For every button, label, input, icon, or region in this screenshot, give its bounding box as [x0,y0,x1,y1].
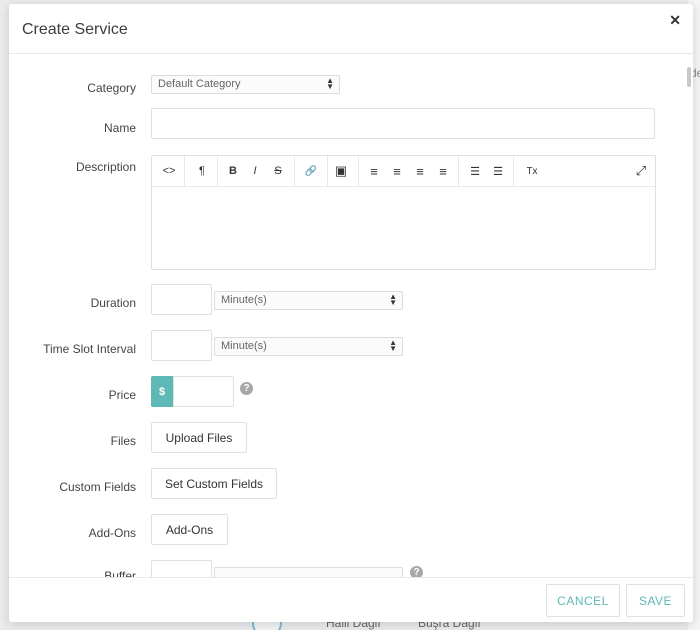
strikethrough-icon[interactable]: S [267,156,289,186]
add-ons-label: Add-Ons [88,526,136,540]
name-label: Name [103,121,136,135]
toolbar-divider [327,156,328,186]
category-label: Category [87,81,136,95]
toolbar-divider [294,156,295,186]
bulleted-list-icon[interactable]: ☰ [464,156,486,186]
select-arrows-icon: ▲ ▼ [326,76,334,91]
files-label: Files [110,434,136,448]
category-select-value: Default Category [158,78,241,90]
price-label: Price [108,388,136,402]
time-slot-unit-value: Minute(s) [221,340,267,352]
upload-files-button[interactable]: Upload Files [151,422,247,453]
paragraph-format-icon[interactable]: ¶ [191,156,213,186]
modal-header: Create Service ✕ [9,4,693,54]
description-label: Description [75,160,136,174]
duration-unit-select[interactable]: Minute(s) ▲ ▼ [214,291,403,310]
category-select[interactable]: Default Category ▲ ▼ [151,75,340,94]
toolbar-divider [458,156,459,186]
custom-fields-label: Custom Fields [59,480,136,494]
duration-unit-value: Minute(s) [221,294,267,306]
set-custom-fields-button[interactable]: Set Custom Fields [151,468,277,499]
add-ons-button[interactable]: Add-Ons [151,514,228,545]
time-slot-interval-label: Time Slot Interval [43,342,136,356]
close-icon[interactable]: ✕ [669,12,681,29]
name-input[interactable] [151,108,655,139]
buffer-unit-select[interactable] [214,567,403,577]
price-input[interactable] [173,376,234,407]
code-view-icon[interactable]: <> [158,156,180,186]
align-left-icon[interactable]: ≡ [363,156,385,186]
italic-icon[interactable]: I [244,156,266,186]
buffer-label: Buffer [104,569,136,577]
image-icon[interactable]: ▣ [330,156,352,186]
numbered-list-icon[interactable]: ☰ [487,156,509,186]
clear-formatting-icon[interactable]: Tx [521,156,543,186]
modal-title: Create Service [22,21,128,38]
time-slot-unit-select[interactable]: Minute(s) ▲ ▼ [214,337,403,356]
help-icon[interactable]: ? [410,566,423,577]
cancel-button[interactable]: CANCEL [546,584,620,617]
duration-input[interactable] [151,284,212,315]
currency-addon: $ [151,376,173,407]
select-arrows-icon: ▲ ▼ [389,338,397,353]
editor-toolbar: <> ¶ B I S 🔗 ▣ ≡ ≡ ≡ ≡ ☰ ☰ Tx ⤢ [152,156,655,187]
toolbar-divider [358,156,359,186]
description-editor[interactable]: <> ¶ B I S 🔗 ▣ ≡ ≡ ≡ ≡ ☰ ☰ Tx ⤢ [151,155,656,270]
align-right-icon[interactable]: ≡ [409,156,431,186]
link-icon[interactable]: 🔗 [300,156,322,186]
save-button[interactable]: SAVE [626,584,685,617]
fullscreen-icon[interactable]: ⤢ [630,156,652,186]
modal-footer: CANCEL SAVE [9,577,693,622]
align-justify-icon[interactable]: ≡ [432,156,454,186]
toolbar-divider [217,156,218,186]
buffer-input[interactable] [151,560,212,577]
create-service-modal: Create Service ✕ Category Default Catego… [9,4,693,622]
scrollbar[interactable] [687,67,691,87]
toolbar-divider [184,156,185,186]
modal-body: Category Default Category ▲ ▼ Name Descri… [9,55,693,577]
time-slot-interval-input[interactable] [151,330,212,361]
toolbar-divider [513,156,514,186]
duration-label: Duration [90,296,136,310]
align-center-icon[interactable]: ≡ [386,156,408,186]
bold-icon[interactable]: B [222,156,244,186]
select-arrows-icon: ▲ ▼ [389,292,397,307]
help-icon[interactable]: ? [240,382,253,395]
